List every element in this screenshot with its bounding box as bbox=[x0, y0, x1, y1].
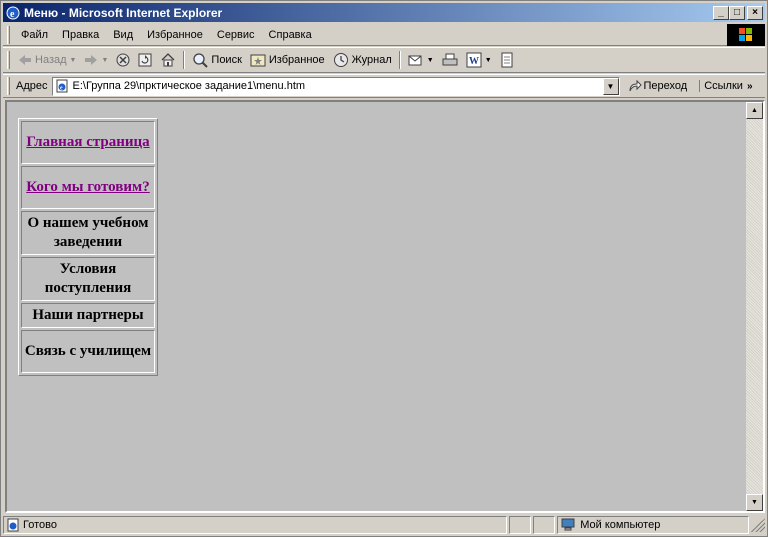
address-label: Адрес bbox=[16, 80, 48, 92]
go-label: Переход bbox=[643, 80, 688, 92]
status-bar: Готово Мой компьютер bbox=[3, 515, 765, 535]
menu-help[interactable]: Справка bbox=[262, 29, 319, 41]
favorites-button[interactable]: Избранное bbox=[246, 49, 329, 71]
maximize-icon: □ bbox=[733, 6, 741, 18]
home-button[interactable] bbox=[156, 49, 180, 71]
printer-icon bbox=[442, 53, 458, 66]
scroll-down-icon[interactable]: ▼ bbox=[746, 494, 763, 511]
home-icon bbox=[161, 53, 175, 67]
status-security-cell bbox=[533, 516, 556, 534]
forward-dropdown-icon[interactable]: ▼ bbox=[101, 57, 108, 64]
svg-text:e: e bbox=[60, 86, 63, 92]
history-button[interactable]: Журнал bbox=[329, 49, 396, 71]
toolbar-separator bbox=[398, 51, 401, 69]
nav-item-partners[interactable]: Наши партнеры bbox=[32, 307, 143, 323]
stop-icon bbox=[116, 53, 130, 67]
vertical-scrollbar[interactable]: ▲ ▼ bbox=[746, 102, 763, 511]
resize-grip-icon[interactable] bbox=[751, 518, 765, 532]
status-progress-cell bbox=[509, 516, 532, 534]
refresh-icon bbox=[138, 53, 152, 67]
address-url[interactable]: E:\Группа 29\прктическое задание1\menu.h… bbox=[73, 80, 603, 92]
minimize-button[interactable]: _ bbox=[713, 5, 729, 20]
scroll-up-icon[interactable]: ▲ bbox=[746, 102, 763, 119]
favorites-icon bbox=[250, 54, 266, 67]
forward-button[interactable]: ▼ bbox=[80, 49, 112, 71]
window-title: Меню - Microsoft Internet Explorer bbox=[24, 5, 223, 20]
print-button[interactable] bbox=[438, 49, 462, 71]
page-icon: e bbox=[54, 78, 70, 94]
word-doc-icon: W bbox=[466, 52, 482, 68]
menu-tools[interactable]: Сервис bbox=[210, 29, 262, 41]
nav-item-about[interactable]: О нашем учебном заведении bbox=[27, 215, 148, 250]
chevron-right-icon[interactable]: » bbox=[747, 81, 753, 92]
navigation-menu: Главная страница Кого мы готовим? О наше… bbox=[18, 118, 158, 376]
standard-toolbar: Назад ▼ ▼ Поиск Избранное Журнал ▼ W ▼ bbox=[3, 47, 765, 73]
toolbar-grip[interactable] bbox=[7, 51, 10, 69]
nav-cell: О нашем учебном заведении bbox=[21, 211, 155, 255]
nav-cell: Кого мы готовим? bbox=[21, 166, 155, 209]
address-input[interactable]: e E:\Группа 29\прктическое задание1\menu… bbox=[51, 76, 620, 96]
back-arrow-icon bbox=[19, 55, 31, 65]
history-label: Журнал bbox=[351, 54, 392, 66]
links-label: Ссылки bbox=[704, 80, 743, 92]
search-button[interactable]: Поиск bbox=[188, 49, 245, 71]
windows-logo-icon bbox=[727, 23, 765, 46]
edit-dropdown-icon[interactable]: ▼ bbox=[485, 57, 492, 64]
forward-arrow-icon bbox=[85, 55, 98, 65]
mail-dropdown-icon[interactable]: ▼ bbox=[427, 57, 434, 64]
nav-link-home[interactable]: Главная страница bbox=[26, 134, 149, 150]
zone-label: Мой компьютер bbox=[580, 519, 661, 531]
title-bar[interactable]: e Меню - Microsoft Internet Explorer _ □… bbox=[3, 3, 765, 22]
nav-cell: Наши партнеры bbox=[21, 303, 155, 328]
history-icon bbox=[333, 53, 348, 67]
menu-favorites[interactable]: Избранное bbox=[140, 29, 210, 41]
maximize-button[interactable]: □ bbox=[729, 5, 745, 20]
menubar-grip[interactable] bbox=[7, 25, 10, 44]
links-toolbar[interactable]: Ссылки » bbox=[699, 80, 753, 92]
page-done-icon bbox=[7, 518, 19, 532]
menu-edit[interactable]: Правка bbox=[55, 29, 106, 41]
go-button[interactable]: Переход bbox=[628, 79, 688, 93]
nav-item-contact[interactable]: Связь с училищем bbox=[25, 343, 151, 359]
browser-window: e Меню - Microsoft Internet Explorer _ □… bbox=[0, 0, 768, 537]
my-computer-icon bbox=[561, 518, 575, 531]
status-zone: Мой компьютер bbox=[557, 516, 750, 534]
document-icon bbox=[501, 52, 513, 68]
mail-icon bbox=[408, 55, 422, 66]
nav-cell: Связь с училищем bbox=[21, 330, 155, 373]
search-icon bbox=[193, 53, 209, 68]
nav-cell: Условия поступления bbox=[21, 257, 155, 301]
search-label: Поиск bbox=[211, 54, 242, 66]
menu-view[interactable]: Вид bbox=[106, 29, 140, 41]
status-text-area: Готово bbox=[3, 516, 508, 534]
back-label: Назад bbox=[35, 54, 67, 66]
ie-logo-icon: e bbox=[5, 5, 21, 21]
mail-button[interactable]: ▼ bbox=[404, 49, 438, 71]
svg-text:e: e bbox=[10, 9, 15, 20]
address-dropdown-icon[interactable]: ▼ bbox=[602, 77, 619, 95]
favorites-label: Избранное bbox=[268, 54, 325, 66]
close-icon: × bbox=[752, 6, 758, 18]
nav-item-admission[interactable]: Условия поступления bbox=[45, 261, 132, 296]
nav-cell: Главная страница bbox=[21, 121, 155, 164]
page-viewport: Главная страница Кого мы готовим? О наше… bbox=[5, 100, 765, 513]
go-arrow-icon bbox=[629, 79, 642, 92]
back-button[interactable]: Назад ▼ bbox=[14, 49, 80, 71]
addressbar-grip[interactable] bbox=[7, 77, 10, 95]
status-text: Готово bbox=[23, 519, 57, 531]
stop-button[interactable] bbox=[112, 49, 134, 71]
minimize-icon: _ bbox=[718, 6, 724, 18]
page-content: Главная страница Кого мы готовим? О наше… bbox=[7, 102, 746, 511]
menu-file[interactable]: Файл bbox=[14, 29, 55, 41]
svg-text:W: W bbox=[469, 56, 479, 67]
address-bar: Адрес e E:\Группа 29\прктическое задание… bbox=[3, 74, 765, 98]
discuss-button[interactable] bbox=[496, 49, 518, 71]
close-button[interactable]: × bbox=[747, 5, 763, 20]
toolbar-separator bbox=[183, 51, 186, 69]
refresh-button[interactable] bbox=[134, 49, 156, 71]
edit-button[interactable]: W ▼ bbox=[462, 49, 496, 71]
back-dropdown-icon[interactable]: ▼ bbox=[70, 57, 77, 64]
nav-link-who-we-train[interactable]: Кого мы готовим? bbox=[26, 179, 150, 195]
menu-bar: Файл Правка Вид Избранное Сервис Справка bbox=[3, 23, 765, 46]
